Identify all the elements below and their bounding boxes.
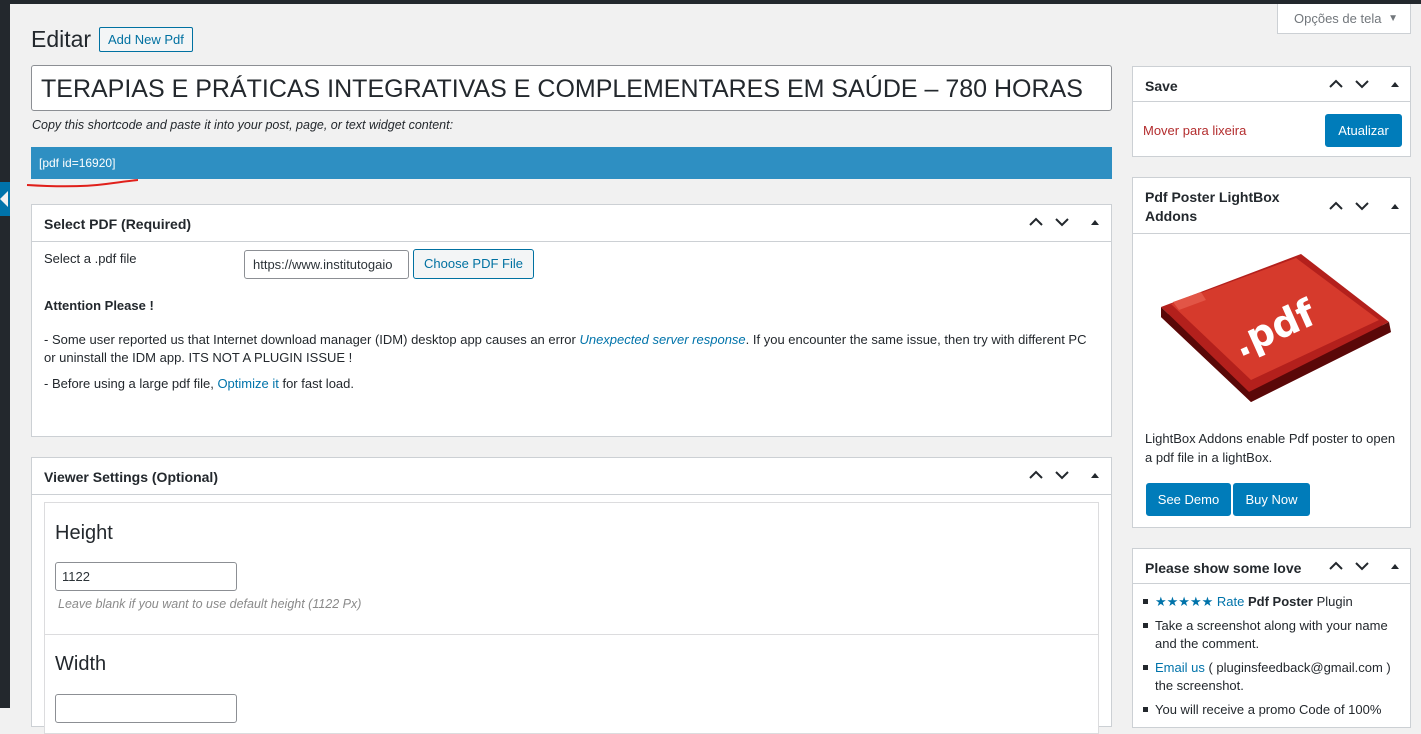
postbox-title: Pdf Poster LightBox Addons <box>1145 189 1280 224</box>
postbox-title: Select PDF (Required) <box>44 216 192 232</box>
shortcode-display[interactable]: [pdf id=16920] <box>31 147 1112 179</box>
postbox-title: Save <box>1145 78 1178 94</box>
postbox-header: Select PDF (Required) <box>32 205 1111 242</box>
list-item: Take a screenshot along with your name a… <box>1143 617 1403 653</box>
triangle-up-icon[interactable] <box>1087 467 1103 483</box>
width-label: Width <box>55 653 107 675</box>
attention-heading: Attention Please ! <box>44 298 154 313</box>
buy-now-button[interactable]: Buy Now <box>1233 483 1310 516</box>
optimize-link[interactable]: Optimize it <box>217 376 278 391</box>
list-item-text: You will receive a promo Code of 100% <box>1155 702 1382 717</box>
height-hint: Leave blank if you want to use default h… <box>58 597 362 611</box>
list-item-text: Plugin <box>1312 594 1353 609</box>
chevron-down-icon[interactable] <box>1354 76 1370 92</box>
chevron-up-icon[interactable] <box>1328 76 1344 92</box>
chevron-up-icon[interactable] <box>1328 558 1344 574</box>
caret-down-icon: ▼ <box>1388 13 1398 24</box>
screen-options-label: Opções de tela <box>1294 11 1382 26</box>
chevron-down-icon[interactable] <box>1054 214 1070 230</box>
move-to-trash-link[interactable]: Mover para lixeira <box>1143 123 1246 138</box>
show-love-box: Please show some love ★★★★★ Rate Pdf Pos… <box>1132 548 1411 728</box>
list-item-text: Take a screenshot along with your name a… <box>1155 618 1388 651</box>
rate-link[interactable]: ★★★★★ Rate <box>1155 594 1244 609</box>
postbox-header: Pdf Poster LightBox Addons <box>1133 178 1410 234</box>
update-button[interactable]: Atualizar <box>1325 114 1402 147</box>
height-field-group: Height 1122 Leave blank if you want to u… <box>44 502 1099 635</box>
pdf-url-input[interactable]: https://www.institutogaio <box>244 250 409 279</box>
select-pdf-box: Select PDF (Required) Select a .pdf file… <box>31 204 1112 437</box>
admin-bar <box>0 0 1421 4</box>
viewer-settings-box: Viewer Settings (Optional) Height 1122 L… <box>31 457 1112 734</box>
email-us-link[interactable]: Email us <box>1155 660 1205 675</box>
love-list: ★★★★★ Rate Pdf Poster Plugin Take a scre… <box>1143 593 1403 725</box>
list-item: ★★★★★ Rate Pdf Poster Plugin <box>1143 593 1403 611</box>
shortcode-text: [pdf id=16920] <box>39 156 116 170</box>
optimize-note-rest: for fast load. <box>278 376 354 391</box>
triangle-up-icon[interactable] <box>1387 558 1403 574</box>
file-label: Select a .pdf file <box>44 251 137 266</box>
postbox-title: Please show some love <box>1145 560 1302 576</box>
red-annotation-underline <box>26 179 139 188</box>
triangle-up-icon[interactable] <box>1387 76 1403 92</box>
save-box: Save Mover para lixeira Atualizar <box>1132 66 1411 157</box>
chevron-up-icon[interactable] <box>1328 198 1344 214</box>
chevron-down-icon[interactable] <box>1354 558 1370 574</box>
choose-pdf-button[interactable]: Choose PDF File <box>413 249 534 279</box>
postbox-header: Viewer Settings (Optional) <box>32 458 1111 495</box>
lightbox-addons-box: Pdf Poster LightBox Addons .pdf LightBox… <box>1132 177 1411 528</box>
optimize-note: - Before using a large pdf file, Optimiz… <box>44 375 1094 393</box>
page-title: Editar <box>31 26 92 52</box>
postbox-header: Please show some love <box>1133 549 1410 584</box>
active-menu-indicator <box>0 182 10 216</box>
chevron-up-icon[interactable] <box>1028 467 1044 483</box>
height-input[interactable]: 1122 <box>55 562 237 591</box>
see-demo-button[interactable]: See Demo <box>1146 483 1231 516</box>
unexpected-response-link[interactable]: Unexpected server response <box>579 332 745 347</box>
width-input[interactable] <box>55 694 237 723</box>
chevron-down-icon[interactable] <box>1354 198 1370 214</box>
chevron-down-icon[interactable] <box>1054 467 1070 483</box>
triangle-up-icon[interactable] <box>1087 214 1103 230</box>
width-field-group: Width <box>44 634 1099 734</box>
shortcode-help-text: Copy this shortcode and paste it into yo… <box>32 118 454 132</box>
height-label: Height <box>55 522 113 544</box>
add-new-pdf-button[interactable]: Add New Pdf <box>99 27 193 52</box>
chevron-up-icon[interactable] <box>1028 214 1044 230</box>
list-item: Email us ( pluginsfeedback@gmail.com ) t… <box>1143 659 1403 695</box>
lightbox-description: LightBox Addons enable Pdf poster to ope… <box>1145 431 1396 465</box>
screen-options-button[interactable]: Opções de tela ▼ <box>1277 4 1411 34</box>
post-title-input[interactable]: TERAPIAS E PRÁTICAS INTEGRATIVAS E COMPL… <box>31 65 1112 111</box>
idm-note-text: - Some user reported us that Internet do… <box>44 332 580 347</box>
postbox-header: Save <box>1133 67 1410 102</box>
optimize-note-text: - Before using a large pdf file, <box>44 376 218 391</box>
list-item: You will receive a promo Code of 100% <box>1143 701 1403 719</box>
admin-sidebar <box>0 0 10 708</box>
triangle-up-icon[interactable] <box>1387 198 1403 214</box>
idm-note: - Some user reported us that Internet do… <box>44 331 1094 367</box>
postbox-title: Viewer Settings (Optional) <box>44 469 218 485</box>
pdf-folder-image: .pdf <box>1161 254 1391 402</box>
plugin-name: Pdf Poster <box>1247 594 1313 609</box>
